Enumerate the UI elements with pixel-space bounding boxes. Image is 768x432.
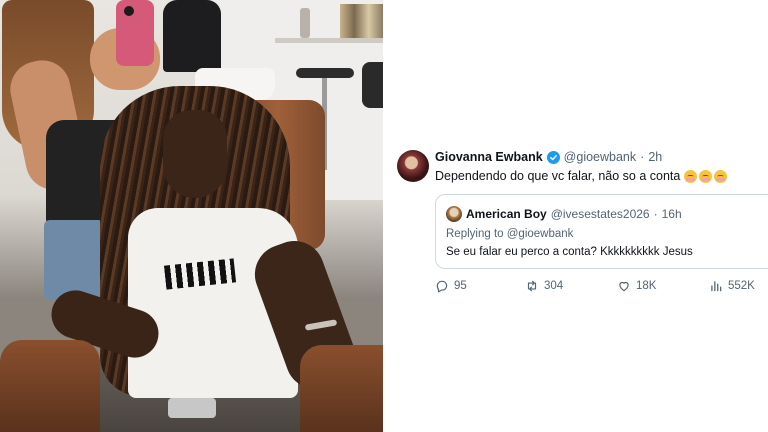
quoted-timestamp: 16h <box>661 207 682 221</box>
smiling-face-with-blush-icon <box>714 169 728 183</box>
black-chair <box>362 62 383 108</box>
views-button[interactable]: 552K <box>709 279 755 293</box>
tweet-action-bar: 95 304 18K 552K <box>435 279 755 297</box>
retweet-button[interactable]: 304 <box>525 279 563 293</box>
background-person <box>163 0 221 72</box>
quoted-author-name: American Boy <box>466 207 547 221</box>
tweet-text: Dependendo do que vc falar, não so a con… <box>435 169 681 183</box>
views-chart-icon <box>711 281 722 292</box>
views-count: 552K <box>728 280 755 292</box>
heart-icon <box>619 281 629 292</box>
phone-camera-lens <box>124 6 134 16</box>
girl-face <box>163 110 227 198</box>
shelf-products <box>340 4 383 38</box>
woman-jeans <box>44 220 104 300</box>
reply-icon <box>436 280 448 293</box>
quoted-author-handle: @ivesestates2026 <box>550 207 650 221</box>
like-count: 18K <box>636 280 657 292</box>
smiling-face-with-blush-icon <box>699 169 713 183</box>
tweet-card: Giovanna Ewbank @gioewbank · 2h Dependen… <box>383 0 768 432</box>
emoji-group <box>684 169 728 183</box>
smiling-face-with-blush-icon <box>684 169 698 183</box>
replying-to-mention: @gioewbank <box>506 228 574 240</box>
quoted-tweet-text: Se eu falar eu perco a conta? Kkkkkkkkkk… <box>446 246 693 258</box>
post-photo[interactable] <box>0 0 383 432</box>
quoted-tweet-header: American Boy @ivesestates2026 · 16h <box>446 206 682 222</box>
author-avatar[interactable] <box>397 150 429 182</box>
reply-count: 95 <box>454 280 467 292</box>
shelf-bottle <box>300 8 310 38</box>
reply-button[interactable]: 95 <box>435 279 467 293</box>
header-separator: · <box>640 150 645 164</box>
stool-seat <box>296 68 354 78</box>
quoted-author-avatar <box>446 206 462 222</box>
tweet-text-row: Dependendo do que vc falar, não so a con… <box>435 169 728 183</box>
retweet-count: 304 <box>544 280 564 292</box>
verified-badge-icon <box>546 150 560 164</box>
replying-to-line: Replying to @gioewbank <box>446 228 573 240</box>
author-handle[interactable]: @gioewbank <box>564 150 636 164</box>
armchair-left-arm <box>0 340 100 432</box>
armchair-right-arm <box>300 345 383 432</box>
held-phone <box>168 398 216 418</box>
pink-phone <box>116 0 154 66</box>
wall-shelf <box>275 38 383 43</box>
tweet-timestamp[interactable]: 2h <box>648 150 662 164</box>
like-button[interactable]: 18K <box>617 279 656 293</box>
replying-to-prefix: Replying to <box>446 228 504 240</box>
quoted-tweet[interactable]: American Boy @ivesestates2026 · 16h Repl… <box>435 194 768 269</box>
retweet-icon <box>527 280 537 292</box>
quoted-header-separator: · <box>653 207 658 221</box>
author-name[interactable]: Giovanna Ewbank <box>435 150 543 164</box>
tweet-header: Giovanna Ewbank @gioewbank · 2h <box>435 150 662 164</box>
